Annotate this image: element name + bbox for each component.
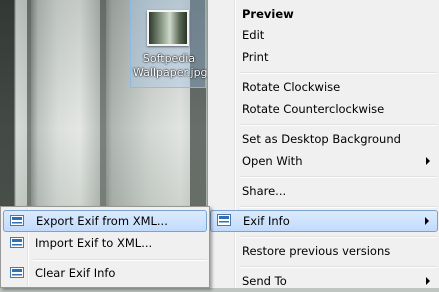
submenu-item-label: Import Exif to XML... bbox=[35, 236, 153, 250]
exif-icon bbox=[217, 214, 231, 226]
submenu-item-export-exif[interactable]: Export Exif from XML... bbox=[3, 210, 207, 232]
menu-item-label: Rotate Clockwise bbox=[242, 80, 341, 94]
menu-item-rotate-clockwise[interactable]: Rotate Clockwise bbox=[210, 76, 438, 98]
menu-item-set-desktop-background[interactable]: Set as Desktop Background bbox=[210, 128, 438, 150]
menu-item-share[interactable]: Share... bbox=[210, 180, 438, 202]
menu-separator bbox=[240, 266, 437, 268]
file-name-label: Softpedia Wallpaper.jpg bbox=[133, 52, 208, 80]
menu-item-label: Restore previous versions bbox=[242, 244, 391, 258]
menu-item-restore-previous-versions[interactable]: Restore previous versions bbox=[210, 240, 438, 262]
menu-item-preview[interactable]: Preview bbox=[210, 3, 438, 25]
menu-item-label: Set as Desktop Background bbox=[242, 132, 401, 146]
menu-item-label: Share... bbox=[242, 184, 287, 198]
menu-item-label: Exif Info bbox=[243, 214, 290, 228]
submenu-separator bbox=[33, 259, 207, 261]
submenu-item-clear-exif[interactable]: Clear Exif Info bbox=[3, 262, 207, 284]
menu-item-label: Send To bbox=[242, 274, 287, 288]
menu-item-edit[interactable]: Edit bbox=[210, 24, 438, 46]
menu-separator bbox=[240, 206, 437, 208]
menu-item-label: Open With bbox=[242, 154, 303, 168]
menu-separator bbox=[240, 72, 437, 74]
menu-separator bbox=[240, 176, 437, 178]
context-menu: Preview Edit Print Rotate Clockwise Rota… bbox=[207, 0, 439, 288]
menu-item-print[interactable]: Print bbox=[210, 46, 438, 68]
submenu-arrow-icon bbox=[425, 217, 429, 225]
exif-icon bbox=[10, 237, 24, 248]
submenu-item-label: Export Exif from XML... bbox=[36, 214, 168, 228]
menu-item-label: Edit bbox=[242, 28, 265, 42]
menu-item-exif-info[interactable]: Exif Info bbox=[210, 210, 438, 232]
exif-submenu: Export Exif from XML... Import Exif to X… bbox=[0, 206, 210, 288]
submenu-item-import-exif[interactable]: Import Exif to XML... bbox=[3, 232, 207, 254]
menu-item-rotate-counterclockwise[interactable]: Rotate Counterclockwise bbox=[210, 98, 438, 120]
submenu-arrow-icon bbox=[426, 277, 430, 285]
menu-separator bbox=[240, 236, 437, 238]
file-name-line1: Softpedia bbox=[142, 52, 196, 65]
menu-item-open-with[interactable]: Open With bbox=[210, 150, 438, 172]
menu-separator bbox=[240, 124, 437, 126]
exif-icon bbox=[10, 215, 24, 226]
exif-icon bbox=[10, 267, 24, 278]
menu-item-send-to[interactable]: Send To bbox=[210, 270, 438, 292]
menu-item-label: Print bbox=[242, 50, 269, 64]
submenu-arrow-icon bbox=[426, 157, 430, 165]
image-thumbnail bbox=[147, 10, 189, 46]
file-name-line2: Wallpaper.jpg bbox=[133, 66, 208, 79]
menu-item-label: Preview bbox=[242, 7, 294, 21]
desktop-file-icon[interactable]: Softpedia Wallpaper.jpg bbox=[130, 0, 208, 88]
submenu-item-label: Clear Exif Info bbox=[35, 266, 116, 280]
menu-item-label: Rotate Counterclockwise bbox=[242, 102, 385, 116]
